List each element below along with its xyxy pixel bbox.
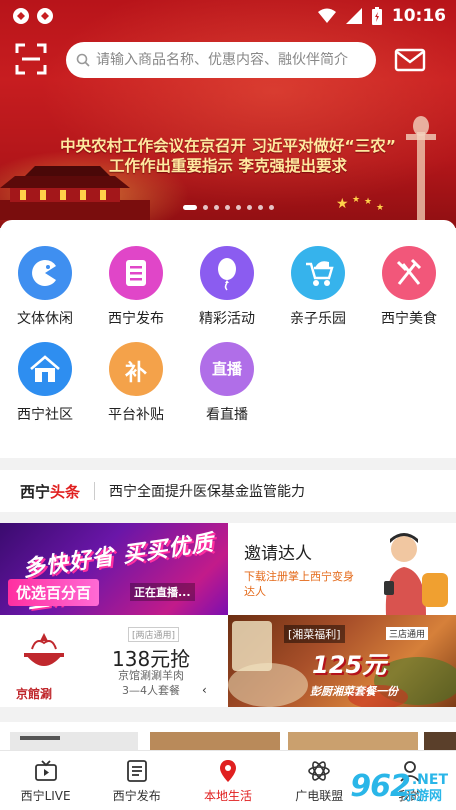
promo-hotpot[interactable]: 京館涮 [两店通用] 138元抢 京馆涮涮羊肉 3—4人套餐 ‹ bbox=[0, 615, 228, 707]
category-subsidy[interactable]: 补 平台补贴 bbox=[91, 342, 181, 424]
ticker-brand-part1: 西宁 bbox=[20, 482, 51, 501]
signal-icon bbox=[345, 8, 362, 24]
battery-icon bbox=[371, 7, 382, 25]
promo-live-shopping[interactable]: 多快好省 买买优质生活 优选百分百 正在直播... bbox=[0, 523, 228, 615]
nav-item-live[interactable]: 西宁LIVE bbox=[0, 751, 91, 810]
category-label: 平台补贴 bbox=[108, 407, 164, 423]
balloon-icon bbox=[200, 246, 254, 300]
tv-icon bbox=[34, 760, 57, 781]
restaurant-logo-icon bbox=[24, 633, 64, 666]
document-icon bbox=[109, 246, 163, 300]
hero-banner[interactable]: ★ ★ ★ ★ 10:16 请输入商品名称、优惠内容、融伙伴简介 中央农村工作会… bbox=[0, 0, 456, 228]
category-live[interactable]: 直播 看直播 bbox=[182, 342, 272, 424]
promo-title: 邀请达人 bbox=[244, 544, 312, 564]
promo-tag: [两店通用] bbox=[128, 627, 180, 642]
stroller-icon bbox=[291, 246, 345, 300]
ticker-brand: 西宁头条 bbox=[20, 481, 80, 502]
product-row-preview[interactable] bbox=[0, 722, 456, 750]
promo-live-label: 正在直播... bbox=[130, 583, 195, 601]
category-label: 亲子乐园 bbox=[290, 311, 346, 327]
carousel-dot[interactable] bbox=[269, 205, 274, 210]
promo-subtitle: 下载注册掌上西宁变身达人 bbox=[244, 570, 354, 598]
subsidy-icon: 补 bbox=[109, 342, 163, 396]
nav-item-local-life[interactable]: 本地生活 bbox=[182, 751, 273, 810]
search-bar[interactable] bbox=[66, 42, 376, 78]
app-notification-icon bbox=[37, 8, 53, 24]
scan-icon[interactable] bbox=[14, 42, 48, 76]
carousel-dot[interactable] bbox=[247, 205, 252, 210]
divider bbox=[94, 482, 96, 500]
category-label: 看直播 bbox=[206, 407, 248, 423]
carousel-dot[interactable] bbox=[258, 205, 263, 210]
headline-line2: 工作作出重要指示 李克强提出要求 bbox=[109, 157, 347, 175]
person-illustration bbox=[384, 533, 448, 615]
promo-desc: 京馆涮涮羊肉 bbox=[118, 669, 184, 682]
mail-icon[interactable] bbox=[394, 46, 426, 74]
category-label: 文体休闲 bbox=[17, 311, 73, 327]
watermark-cn: 乐游网 bbox=[402, 789, 442, 804]
carousel-dot[interactable] bbox=[183, 205, 197, 210]
carousel-dot[interactable] bbox=[203, 205, 208, 210]
promo-invite[interactable]: 邀请达人 下载注册掌上西宁变身达人 bbox=[228, 523, 456, 615]
carousel-dot[interactable] bbox=[225, 205, 230, 210]
search-icon bbox=[76, 53, 90, 67]
ticker-brand-part2: 头条 bbox=[50, 482, 81, 501]
atom-icon bbox=[308, 761, 331, 781]
product-thumbnails bbox=[10, 732, 456, 750]
promo-hunan-food[interactable]: [湘菜福利] 三店通用 125元 彭厨湘菜套餐一份 bbox=[228, 615, 456, 707]
news-icon bbox=[126, 760, 147, 782]
promo-tag: [湘菜福利] bbox=[284, 625, 345, 643]
category-label: 西宁发布 bbox=[108, 311, 164, 327]
stars-decoration: ★ ★ ★ ★ bbox=[336, 195, 384, 213]
category-community[interactable]: 西宁社区 bbox=[0, 342, 90, 424]
svg-text:★: ★ bbox=[352, 195, 360, 205]
chevron-left-icon[interactable]: ‹ bbox=[202, 683, 207, 697]
wifi-icon bbox=[317, 8, 336, 23]
live-icon-text: 直播 bbox=[211, 360, 242, 378]
home-icon bbox=[18, 342, 72, 396]
category-events[interactable]: 精彩活动 bbox=[182, 246, 272, 328]
category-label: 西宁社区 bbox=[17, 407, 73, 423]
status-time: 10:16 bbox=[391, 6, 446, 26]
nav-item-release[interactable]: 西宁发布 bbox=[91, 751, 182, 810]
category-culture[interactable]: 文体休闲 bbox=[0, 246, 90, 328]
category-food[interactable]: 西宁美食 bbox=[364, 246, 454, 328]
site-watermark: 962 .NET 乐游网 bbox=[350, 769, 448, 804]
status-bar: 10:16 bbox=[0, 0, 456, 32]
promo-desc: 3—4人套餐 bbox=[122, 684, 180, 697]
banner-headline[interactable]: 中央农村工作会议在京召开 习近平对做好“三农” 工作作出重要指示 李克强提出要求 bbox=[0, 136, 456, 176]
nav-label: 西宁LIVE bbox=[20, 789, 71, 803]
carousel-dots[interactable] bbox=[183, 205, 274, 210]
promo-tag: 优选百分百 bbox=[8, 579, 100, 606]
search-input[interactable] bbox=[96, 52, 366, 68]
watermark-number: 962 bbox=[350, 769, 411, 804]
location-icon bbox=[220, 760, 236, 782]
headline-line1: 中央农村工作会议在京召开 习近平对做好“三农” bbox=[60, 137, 396, 155]
app-notification-icon bbox=[13, 8, 29, 24]
game-icon bbox=[18, 246, 72, 300]
nav-label: 西宁发布 bbox=[112, 789, 161, 803]
live-icon: 直播 bbox=[200, 342, 254, 396]
carousel-dot[interactable] bbox=[236, 205, 241, 210]
category-label: 西宁美食 bbox=[381, 311, 437, 327]
svg-text:★: ★ bbox=[376, 203, 384, 213]
carousel-dot[interactable] bbox=[214, 205, 219, 210]
category-family[interactable]: 亲子乐园 bbox=[273, 246, 363, 328]
bottom-nav: 西宁LIVE 西宁发布 本地生活 广电联盟 我的 962 .NET 乐游网 bbox=[0, 750, 456, 810]
category-grid: 文体休闲 西宁发布 精彩活动 亲子乐园 西宁美食 西宁社区 补 平台补贴 直播 … bbox=[0, 220, 456, 458]
subsidy-icon-text: 补 bbox=[124, 361, 147, 386]
cutlery-icon bbox=[382, 246, 436, 300]
promo-brand: 京館涮 bbox=[16, 687, 53, 701]
svg-text:★: ★ bbox=[364, 197, 372, 207]
svg-text:★: ★ bbox=[336, 196, 349, 212]
category-label: 精彩活动 bbox=[199, 311, 255, 327]
promo-tag: 三店通用 bbox=[386, 627, 429, 640]
promo-price: 125元 bbox=[312, 651, 387, 679]
ticker-headline[interactable]: 西宁全面提升医保基金监管能力 bbox=[109, 481, 305, 501]
news-ticker[interactable]: 西宁头条 西宁全面提升医保基金监管能力 bbox=[0, 470, 456, 512]
promo-subtitle: 彭厨湘菜套餐一份 bbox=[310, 685, 398, 698]
category-release[interactable]: 西宁发布 bbox=[91, 246, 181, 328]
nav-label: 本地生活 bbox=[204, 789, 253, 803]
